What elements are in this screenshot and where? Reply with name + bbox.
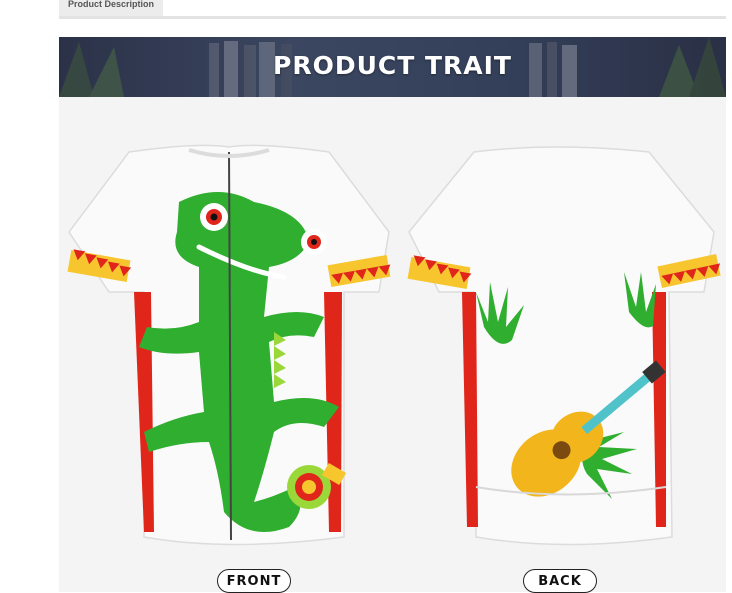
product-trait-banner: PRODUCT TRAIT: [59, 37, 726, 97]
jersey-back-image: [407, 146, 721, 546]
back-view-button[interactable]: BACK: [523, 569, 597, 593]
jersey-front-image: [67, 144, 391, 546]
front-view-button[interactable]: FRONT: [217, 569, 291, 593]
tab-bar: Product Description: [59, 0, 726, 19]
tab-product-description[interactable]: Product Description: [59, 0, 164, 16]
banner-title: PRODUCT TRAIT: [273, 51, 512, 80]
product-image-area: FRONT BACK: [59, 97, 726, 593]
